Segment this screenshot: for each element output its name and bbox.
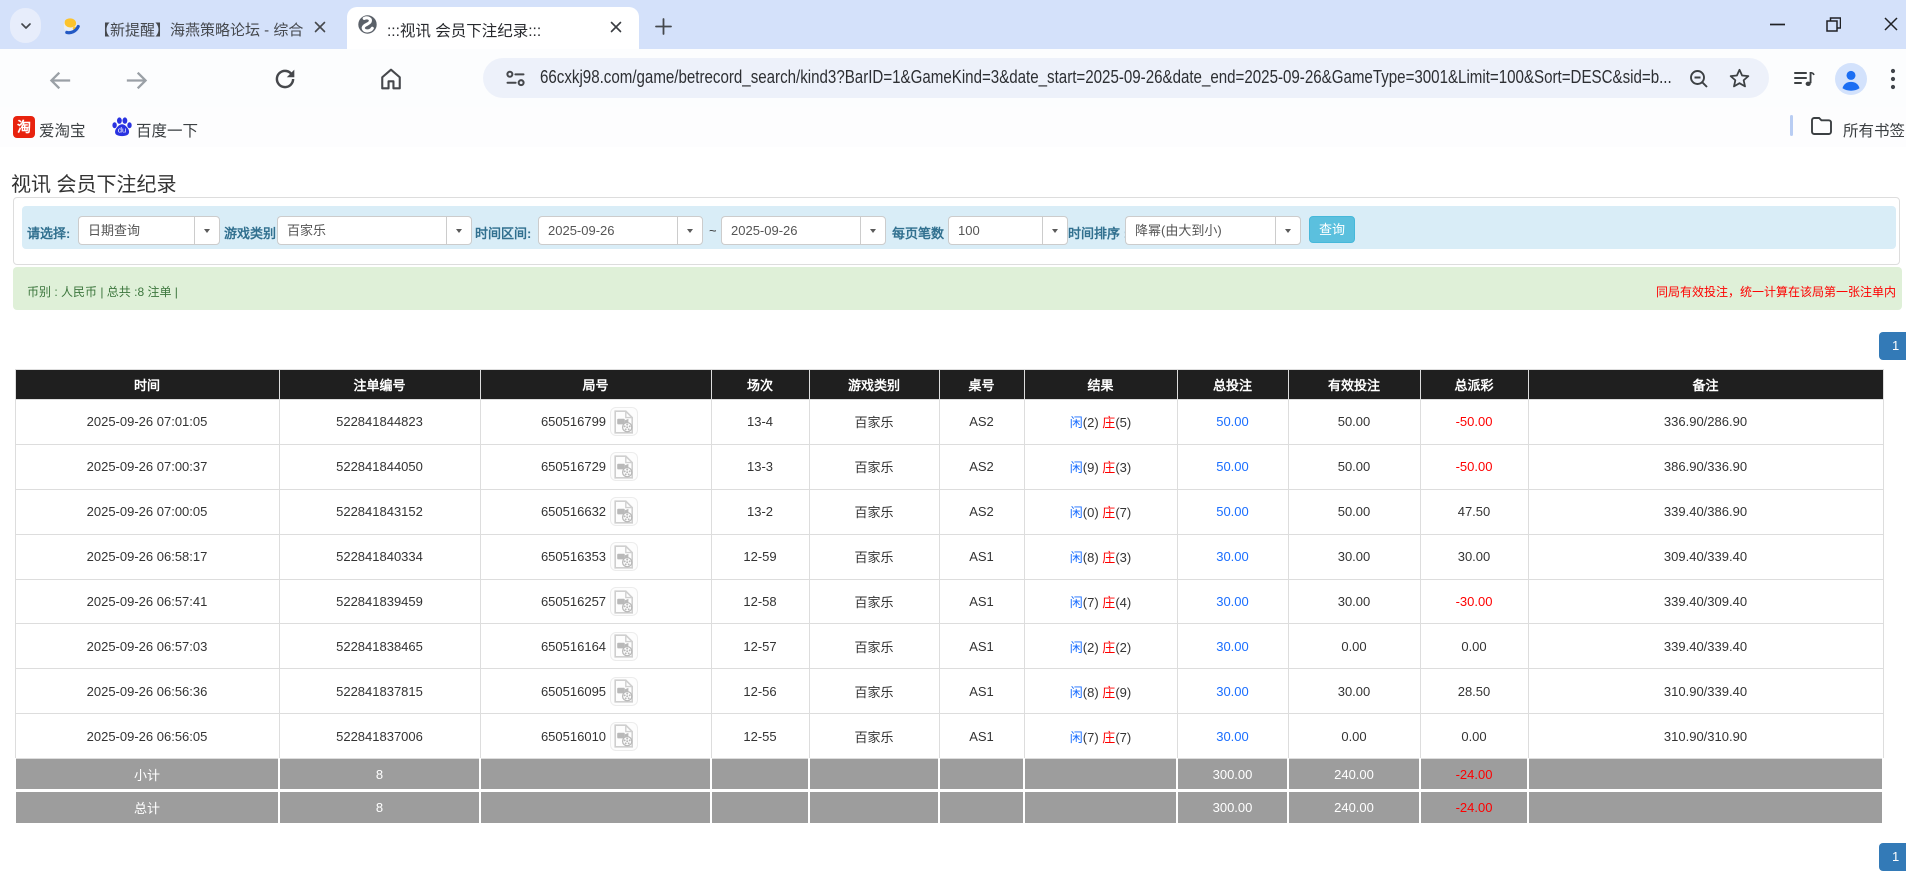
svg-text:du: du: [118, 126, 126, 135]
